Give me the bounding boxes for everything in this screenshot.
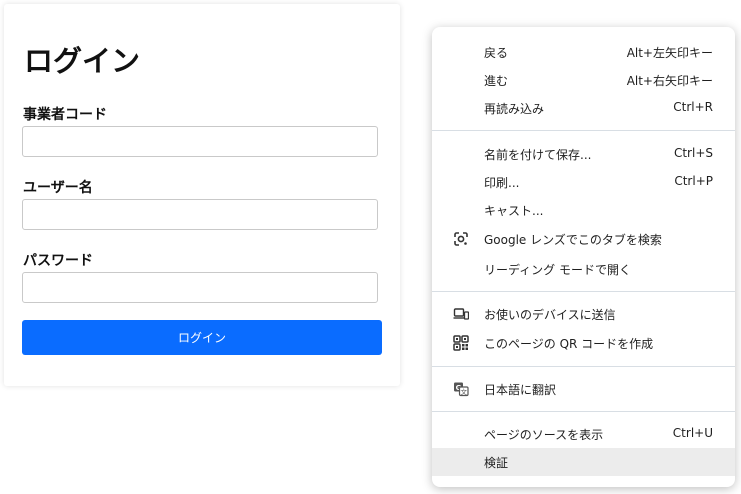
menu-item-shortcut: Ctrl+U — [672, 426, 713, 440]
business-code-label: 事業者コード — [23, 107, 107, 123]
menu-item-shortcut: Alt+右矢印キー — [626, 74, 713, 88]
menu-separator — [432, 366, 735, 367]
menu-item-save-as[interactable]: 名前を付けて保存... Ctrl+S — [432, 140, 735, 168]
menu-item-send-to-devices[interactable]: お使いのデバイスに送信 — [432, 300, 735, 328]
menu-item-label: 名前を付けて保存... — [484, 148, 592, 162]
menu-item-label: 日本語に翻訳 — [484, 383, 557, 397]
menu-item-label: リーディング モードで開く — [484, 263, 631, 277]
menu-separator — [432, 291, 735, 292]
menu-item-label: お使いのデバイスに送信 — [484, 308, 616, 322]
context-menu: 戻る Alt+左矢印キー 進む Alt+右矢印キー 再読み込み Ctrl+R 名… — [432, 27, 735, 487]
page-title: ログイン — [24, 44, 141, 78]
menu-item-view-source[interactable]: ページのソースを表示 Ctrl+U — [432, 420, 735, 448]
svg-text:文: 文 — [461, 387, 468, 396]
menu-item-cast[interactable]: キャスト... — [432, 196, 735, 224]
menu-item-shortcut: Ctrl+R — [673, 100, 713, 114]
menu-item-reload[interactable]: 再読み込み Ctrl+R — [432, 94, 735, 122]
menu-item-label: 印刷... — [484, 176, 520, 190]
menu-item-shortcut: Ctrl+P — [674, 174, 713, 188]
login-card: ログイン 事業者コード ユーザー名 パスワード ログイン — [4, 4, 400, 386]
menu-item-shortcut: Alt+左矢印キー — [626, 46, 713, 60]
menu-item-google-lens[interactable]: Google レンズでこのタブを検索 — [432, 225, 735, 253]
menu-item-label: 検証 — [484, 456, 509, 470]
menu-item-inspect[interactable]: 検証 — [432, 448, 735, 476]
menu-item-translate[interactable]: G 文 日本語に翻訳 — [432, 375, 735, 403]
menu-item-label: 進む — [484, 74, 509, 88]
menu-item-label: キャスト... — [484, 204, 544, 218]
translate-icon: G 文 — [453, 381, 469, 397]
qr-code-icon — [453, 335, 469, 351]
menu-item-label: ページのソースを表示 — [484, 428, 604, 442]
username-input[interactable] — [22, 199, 378, 230]
menu-item-shortcut: Ctrl+S — [673, 146, 713, 160]
password-label: パスワード — [23, 253, 93, 269]
menu-separator — [432, 411, 735, 412]
devices-icon — [453, 306, 470, 322]
menu-item-label: Google レンズでこのタブを検索 — [484, 233, 662, 247]
menu-item-reading-mode[interactable]: リーディング モードで開く — [432, 255, 735, 283]
password-input[interactable] — [22, 272, 378, 303]
menu-item-back[interactable]: 戻る Alt+左矢印キー — [432, 38, 735, 66]
business-code-input[interactable] — [22, 126, 378, 157]
menu-item-label: 戻る — [484, 46, 509, 60]
menu-item-print[interactable]: 印刷... Ctrl+P — [432, 168, 735, 196]
google-lens-icon — [453, 231, 469, 247]
menu-item-qr-code[interactable]: このページの QR コードを作成 — [432, 329, 735, 357]
login-button[interactable]: ログイン — [22, 320, 382, 355]
menu-item-label: 再読み込み — [484, 102, 545, 116]
menu-item-forward[interactable]: 進む Alt+右矢印キー — [432, 66, 735, 94]
username-label: ユーザー名 — [23, 180, 93, 196]
menu-separator — [432, 130, 735, 131]
menu-item-label: このページの QR コードを作成 — [484, 337, 654, 351]
